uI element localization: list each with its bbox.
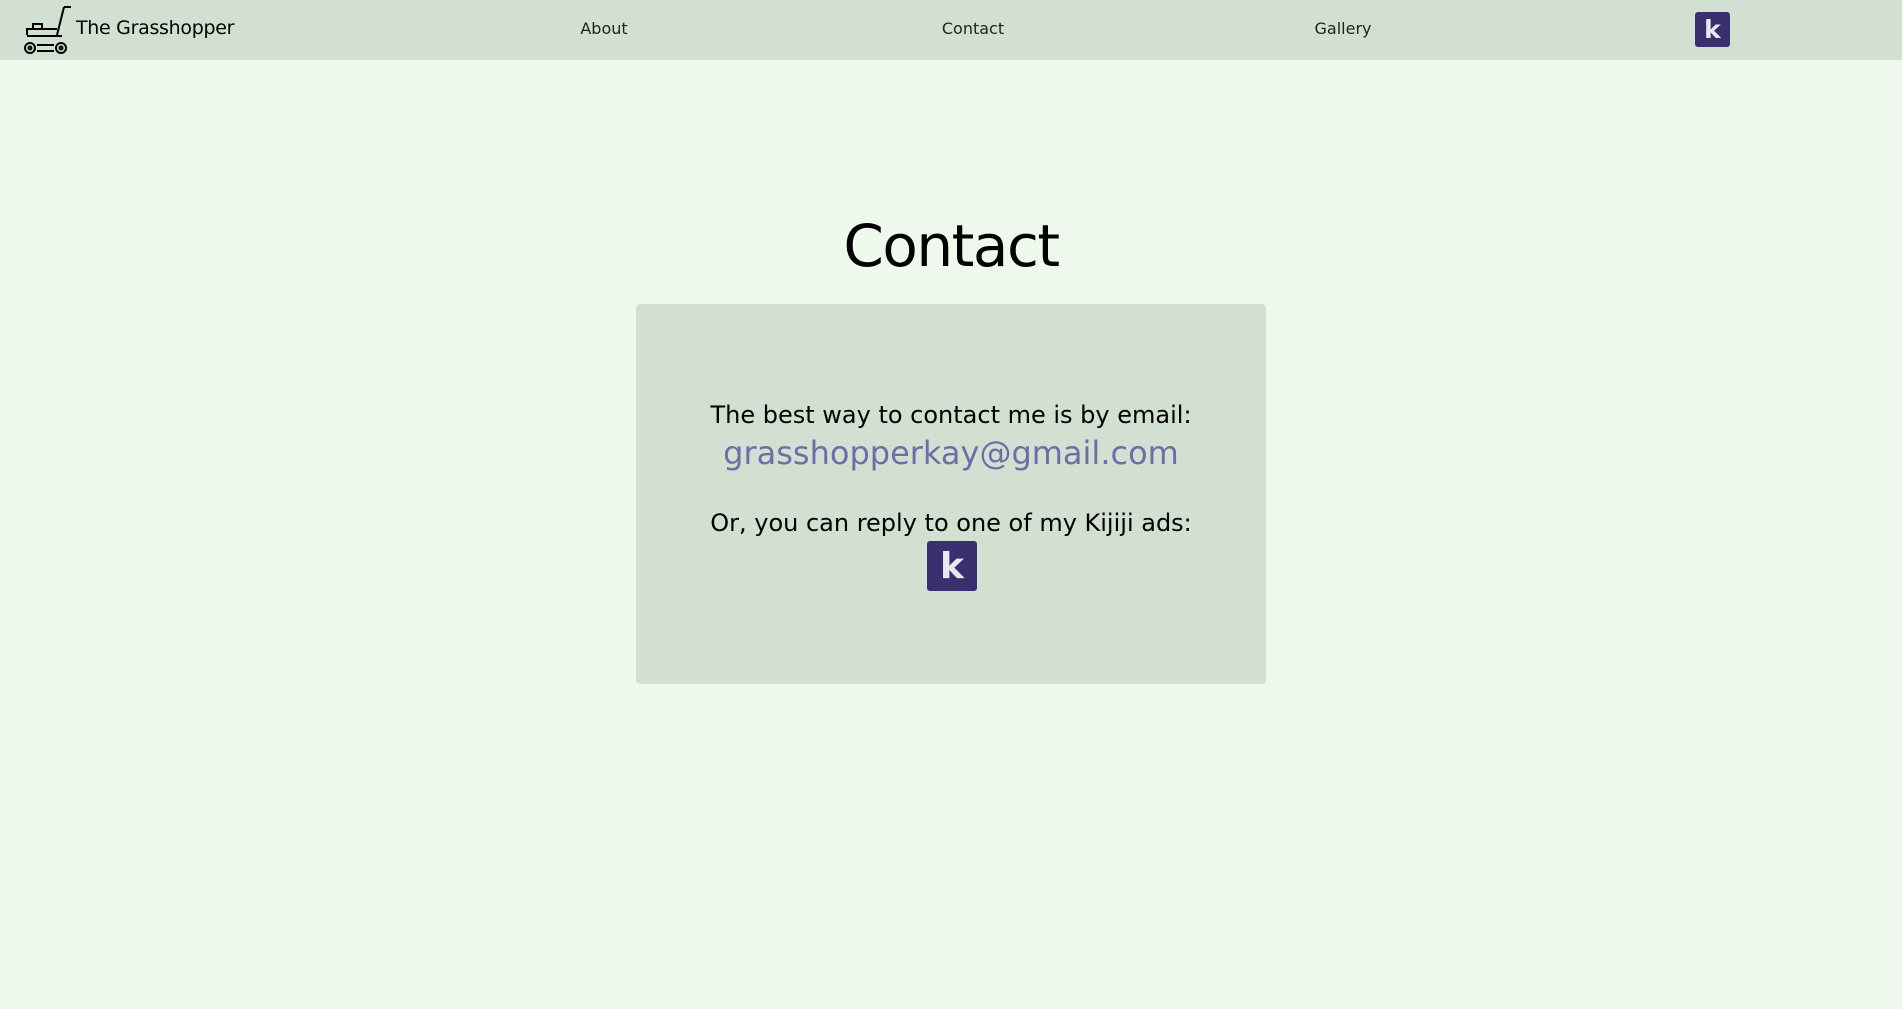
email-link[interactable]: grasshopperkay@gmail.com (636, 434, 1266, 472)
email-intro-text: The best way to contact me is by email: (710, 401, 1192, 429)
page-title: Contact (843, 212, 1060, 280)
site-brand[interactable]: The Grasshopper (76, 17, 234, 39)
nav-link-contact[interactable]: Contact (942, 19, 1004, 38)
kijiji-intro-text: Or, you can reply to one of my Kijiji ad… (710, 509, 1192, 537)
lawn-mower-icon[interactable] (24, 5, 76, 57)
top-nav: The Grasshopper About Contact Gallery k (0, 0, 1902, 60)
contact-card: The best way to contact me is by email: … (636, 304, 1266, 684)
kijiji-icon[interactable]: k (927, 541, 977, 591)
kijiji-icon[interactable]: k (1695, 12, 1730, 47)
nav-link-about[interactable]: About (580, 19, 627, 38)
nav-link-gallery[interactable]: Gallery (1315, 19, 1372, 38)
